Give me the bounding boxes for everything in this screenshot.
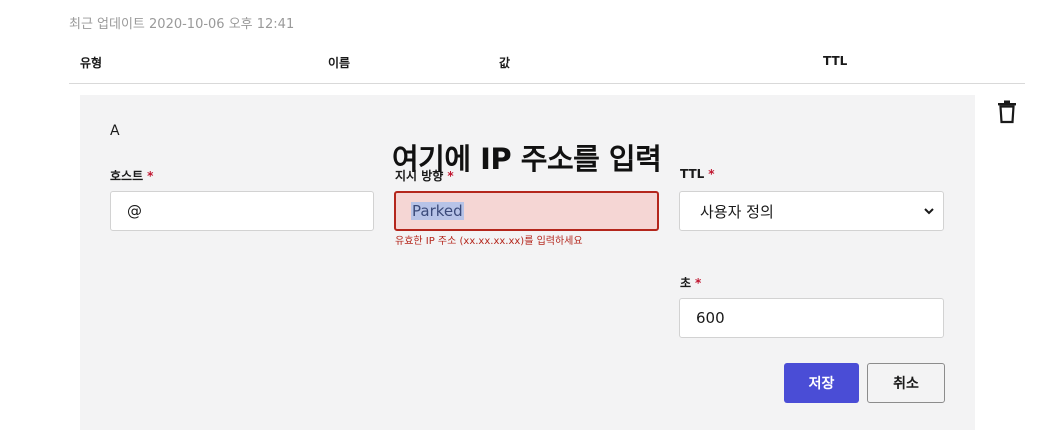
seconds-label-text: 초 xyxy=(680,276,692,290)
host-label-text: 호스트 xyxy=(110,169,144,183)
required-marker: * xyxy=(695,276,702,290)
points-to-input[interactable]: Parked xyxy=(394,191,659,231)
ttl-label-text: TTL xyxy=(680,167,705,181)
dns-records-page: 최근 업데이트 2020-10-06 오후 12:41 유형 이름 값 TTL … xyxy=(0,0,1048,430)
column-header-name: 이름 xyxy=(328,56,351,70)
required-marker: * xyxy=(147,169,154,183)
points-to-error-message: 유효한 IP 주소 (xx.xx.xx.xx)를 입력하세요 xyxy=(395,236,583,247)
seconds-label: 초 * xyxy=(680,274,701,291)
host-label: 호스트 * xyxy=(110,167,153,184)
required-marker: * xyxy=(708,167,715,181)
chevron-down-icon xyxy=(924,208,934,215)
column-header-type: 유형 xyxy=(80,56,103,70)
last-updated-text: 최근 업데이트 2020-10-06 오후 12:41 xyxy=(69,17,295,32)
trash-icon[interactable] xyxy=(996,100,1018,124)
ttl-select[interactable]: 사용자 정의 xyxy=(679,191,944,231)
save-button[interactable]: 저장 xyxy=(784,363,859,403)
column-header-value: 값 xyxy=(499,56,511,70)
column-header-ttl: TTL xyxy=(823,54,848,68)
host-input[interactable]: @ xyxy=(110,191,374,231)
host-input-value: @ xyxy=(127,202,142,220)
cancel-button[interactable]: 취소 xyxy=(867,363,945,403)
points-to-input-value: Parked xyxy=(411,202,464,220)
header-divider xyxy=(69,83,1025,84)
seconds-input[interactable]: 600 xyxy=(679,298,944,338)
record-type-label: A xyxy=(110,123,120,139)
ttl-selected-option: 사용자 정의 xyxy=(700,202,774,221)
overlay-title: 여기에 IP 주소를 입력 xyxy=(392,142,662,176)
seconds-input-value: 600 xyxy=(696,309,725,327)
ttl-label: TTL * xyxy=(680,167,715,181)
